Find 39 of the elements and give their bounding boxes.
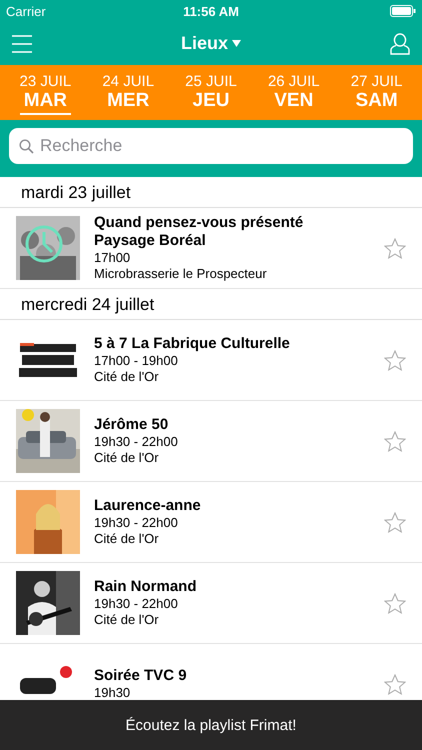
- carrier-label: Carrier: [6, 4, 47, 18]
- battery-icon: [390, 5, 416, 17]
- event-time: 17h00: [94, 250, 130, 266]
- event-row[interactable]: Jérôme 50 19h30 - 22h00 Cité de l'Or: [0, 401, 422, 482]
- event-time: 19h30 - 22h00: [94, 515, 178, 531]
- event-title: Laurence-anne: [94, 497, 201, 515]
- search-field[interactable]: Recherche: [9, 128, 413, 164]
- star-icon[interactable]: [384, 592, 406, 614]
- event-time: 17h00 - 19h00: [94, 353, 178, 369]
- event-row[interactable]: Laurence-anne 19h30 - 22h00 Cité de l'Or: [0, 482, 422, 563]
- star-icon[interactable]: [384, 512, 406, 532]
- date-heading: mardi 23 juillet: [21, 183, 131, 203]
- menu-icon[interactable]: [12, 34, 32, 52]
- event-venue: Cité de l'Or: [94, 450, 159, 466]
- event-venue: Cité de l'Or: [94, 531, 159, 547]
- clock-time: 11:56 AM: [182, 4, 240, 18]
- event-title: Rain Normand: [94, 578, 197, 596]
- event-row[interactable]: Rain Normand 19h30 - 22h00 Cité de l'Or: [0, 563, 422, 644]
- event-title: Soirée TVC 9: [94, 667, 187, 685]
- event-venue: Cité de l'Or: [94, 612, 159, 628]
- event-row[interactable]: Quand pensez-vous présenté Paysage Boréal 17h00 Microbrasserie le Prospecteur: [0, 208, 422, 289]
- date-heading: mercredi 24 juillet: [21, 295, 154, 315]
- event-title: Jérôme 50: [94, 416, 168, 434]
- star-icon[interactable]: [384, 430, 406, 452]
- event-time: 19h30: [94, 685, 130, 700]
- star-icon[interactable]: [384, 674, 406, 694]
- event-title: Quand pensez-vous présenté Paysage Boréal: [94, 214, 304, 250]
- event-venue: Cité de l'Or: [94, 369, 159, 385]
- star-icon[interactable]: [384, 238, 406, 258]
- star-icon[interactable]: [384, 350, 406, 370]
- event-title: 5 à 7 La Fabrique Culturelle: [94, 335, 290, 353]
- search-icon: [19, 139, 34, 154]
- event-time: 19h30 - 22h00: [94, 596, 178, 612]
- event-time: 19h30 - 22h00: [94, 434, 178, 450]
- caret-icon: [232, 40, 241, 47]
- profile-icon[interactable]: [390, 32, 410, 54]
- playlist-button[interactable]: Écoutez la playlist Frimat!: [120, 716, 302, 734]
- event-row[interactable]: 5 à 7 La Fabrique Culturelle 17h00 - 19h00 Cité de l'Or: [0, 320, 422, 401]
- event-venue: Microbrasserie le Prospecteur: [94, 266, 267, 282]
